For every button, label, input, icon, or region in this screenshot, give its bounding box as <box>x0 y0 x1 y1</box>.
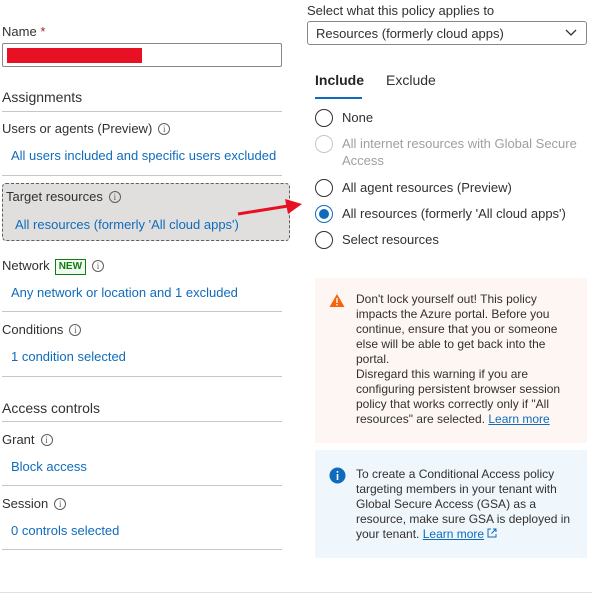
radio-label: All agent resources (Preview) <box>342 180 512 195</box>
session-value-link[interactable]: 0 controls selected <box>11 523 119 538</box>
applies-to-value: Resources (formerly cloud apps) <box>316 26 504 41</box>
bottom-divider <box>0 592 592 593</box>
divider <box>2 175 282 176</box>
redacted-name-value <box>7 48 142 63</box>
radio-label: None <box>342 110 374 125</box>
divider <box>2 421 282 422</box>
chevron-down-icon <box>565 29 577 36</box>
active-tab-indicator <box>315 97 362 99</box>
radio-option-internet-resources: All internet resources with Global Secur… <box>315 135 582 169</box>
applies-to-label: Select what this policy applies to <box>307 3 495 18</box>
warning-text-2: Disregard this warning if you are config… <box>356 367 561 426</box>
radio-option-none[interactable]: None <box>315 109 582 127</box>
radio-option-agent-resources[interactable]: All agent resources (Preview) <box>315 179 582 197</box>
divider <box>2 376 282 377</box>
network-label: Network NEW i <box>2 258 105 275</box>
radio-button[interactable] <box>315 179 333 197</box>
session-label: Session i <box>2 496 67 511</box>
grant-label: Grant i <box>2 432 53 447</box>
users-label: Users or agents (Preview) i <box>2 121 171 136</box>
divider <box>2 549 282 550</box>
radio-label: All resources (formerly 'All cloud apps'… <box>342 206 566 221</box>
info-icon[interactable]: i <box>158 123 171 135</box>
learn-more-link[interactable]: Learn more <box>423 527 484 541</box>
info-icon[interactable]: i <box>92 260 105 272</box>
radio-button[interactable] <box>315 205 333 223</box>
radio-option-select-resources[interactable]: Select resources <box>315 231 582 249</box>
network-value-link[interactable]: Any network or location and 1 excluded <box>11 285 238 300</box>
info-icon[interactable]: i <box>108 191 121 203</box>
new-badge: NEW <box>54 259 87 275</box>
tab-include[interactable]: Include <box>315 72 364 88</box>
users-value-link[interactable]: All users included and specific users ex… <box>11 148 276 163</box>
red-arrow-annotation <box>237 199 302 216</box>
conditions-label: Conditions i <box>2 322 82 337</box>
assignments-heading: Assignments <box>2 89 83 105</box>
target-resources-value-link[interactable]: All resources (formerly 'All cloud apps'… <box>15 217 239 232</box>
conditions-value-link[interactable]: 1 condition selected <box>11 349 126 364</box>
info-filled-icon <box>329 467 346 484</box>
warning-icon <box>329 294 345 307</box>
grant-value-link[interactable]: Block access <box>11 459 87 474</box>
divider <box>2 111 282 112</box>
radio-button[interactable] <box>315 109 333 127</box>
gsa-info-box: To create a Conditional Access policy ta… <box>315 450 587 558</box>
access-controls-heading: Access controls <box>2 400 101 416</box>
radio-label: Select resources <box>342 232 439 247</box>
radio-button <box>315 135 333 153</box>
warning-text: Don't lock yourself out! This policy imp… <box>356 292 558 366</box>
radio-option-all-resources[interactable]: All resources (formerly 'All cloud apps'… <box>315 205 582 223</box>
divider <box>2 311 282 312</box>
lockout-warning-box: Don't lock yourself out! This policy imp… <box>315 278 587 443</box>
policy-name-input[interactable] <box>2 43 282 67</box>
learn-more-link[interactable]: Learn more <box>488 412 549 426</box>
info-icon[interactable]: i <box>40 434 53 446</box>
tab-exclude[interactable]: Exclude <box>386 72 436 88</box>
external-link-icon <box>487 528 497 538</box>
target-resources-label: Target resources i <box>6 189 121 204</box>
radio-label: All internet resources with Global Secur… <box>342 136 577 168</box>
info-icon[interactable]: i <box>69 324 82 336</box>
divider <box>2 485 282 486</box>
info-icon[interactable]: i <box>54 498 67 510</box>
name-label: Name * <box>2 24 46 39</box>
applies-to-dropdown[interactable]: Resources (formerly cloud apps) <box>307 21 587 45</box>
radio-button[interactable] <box>315 231 333 249</box>
